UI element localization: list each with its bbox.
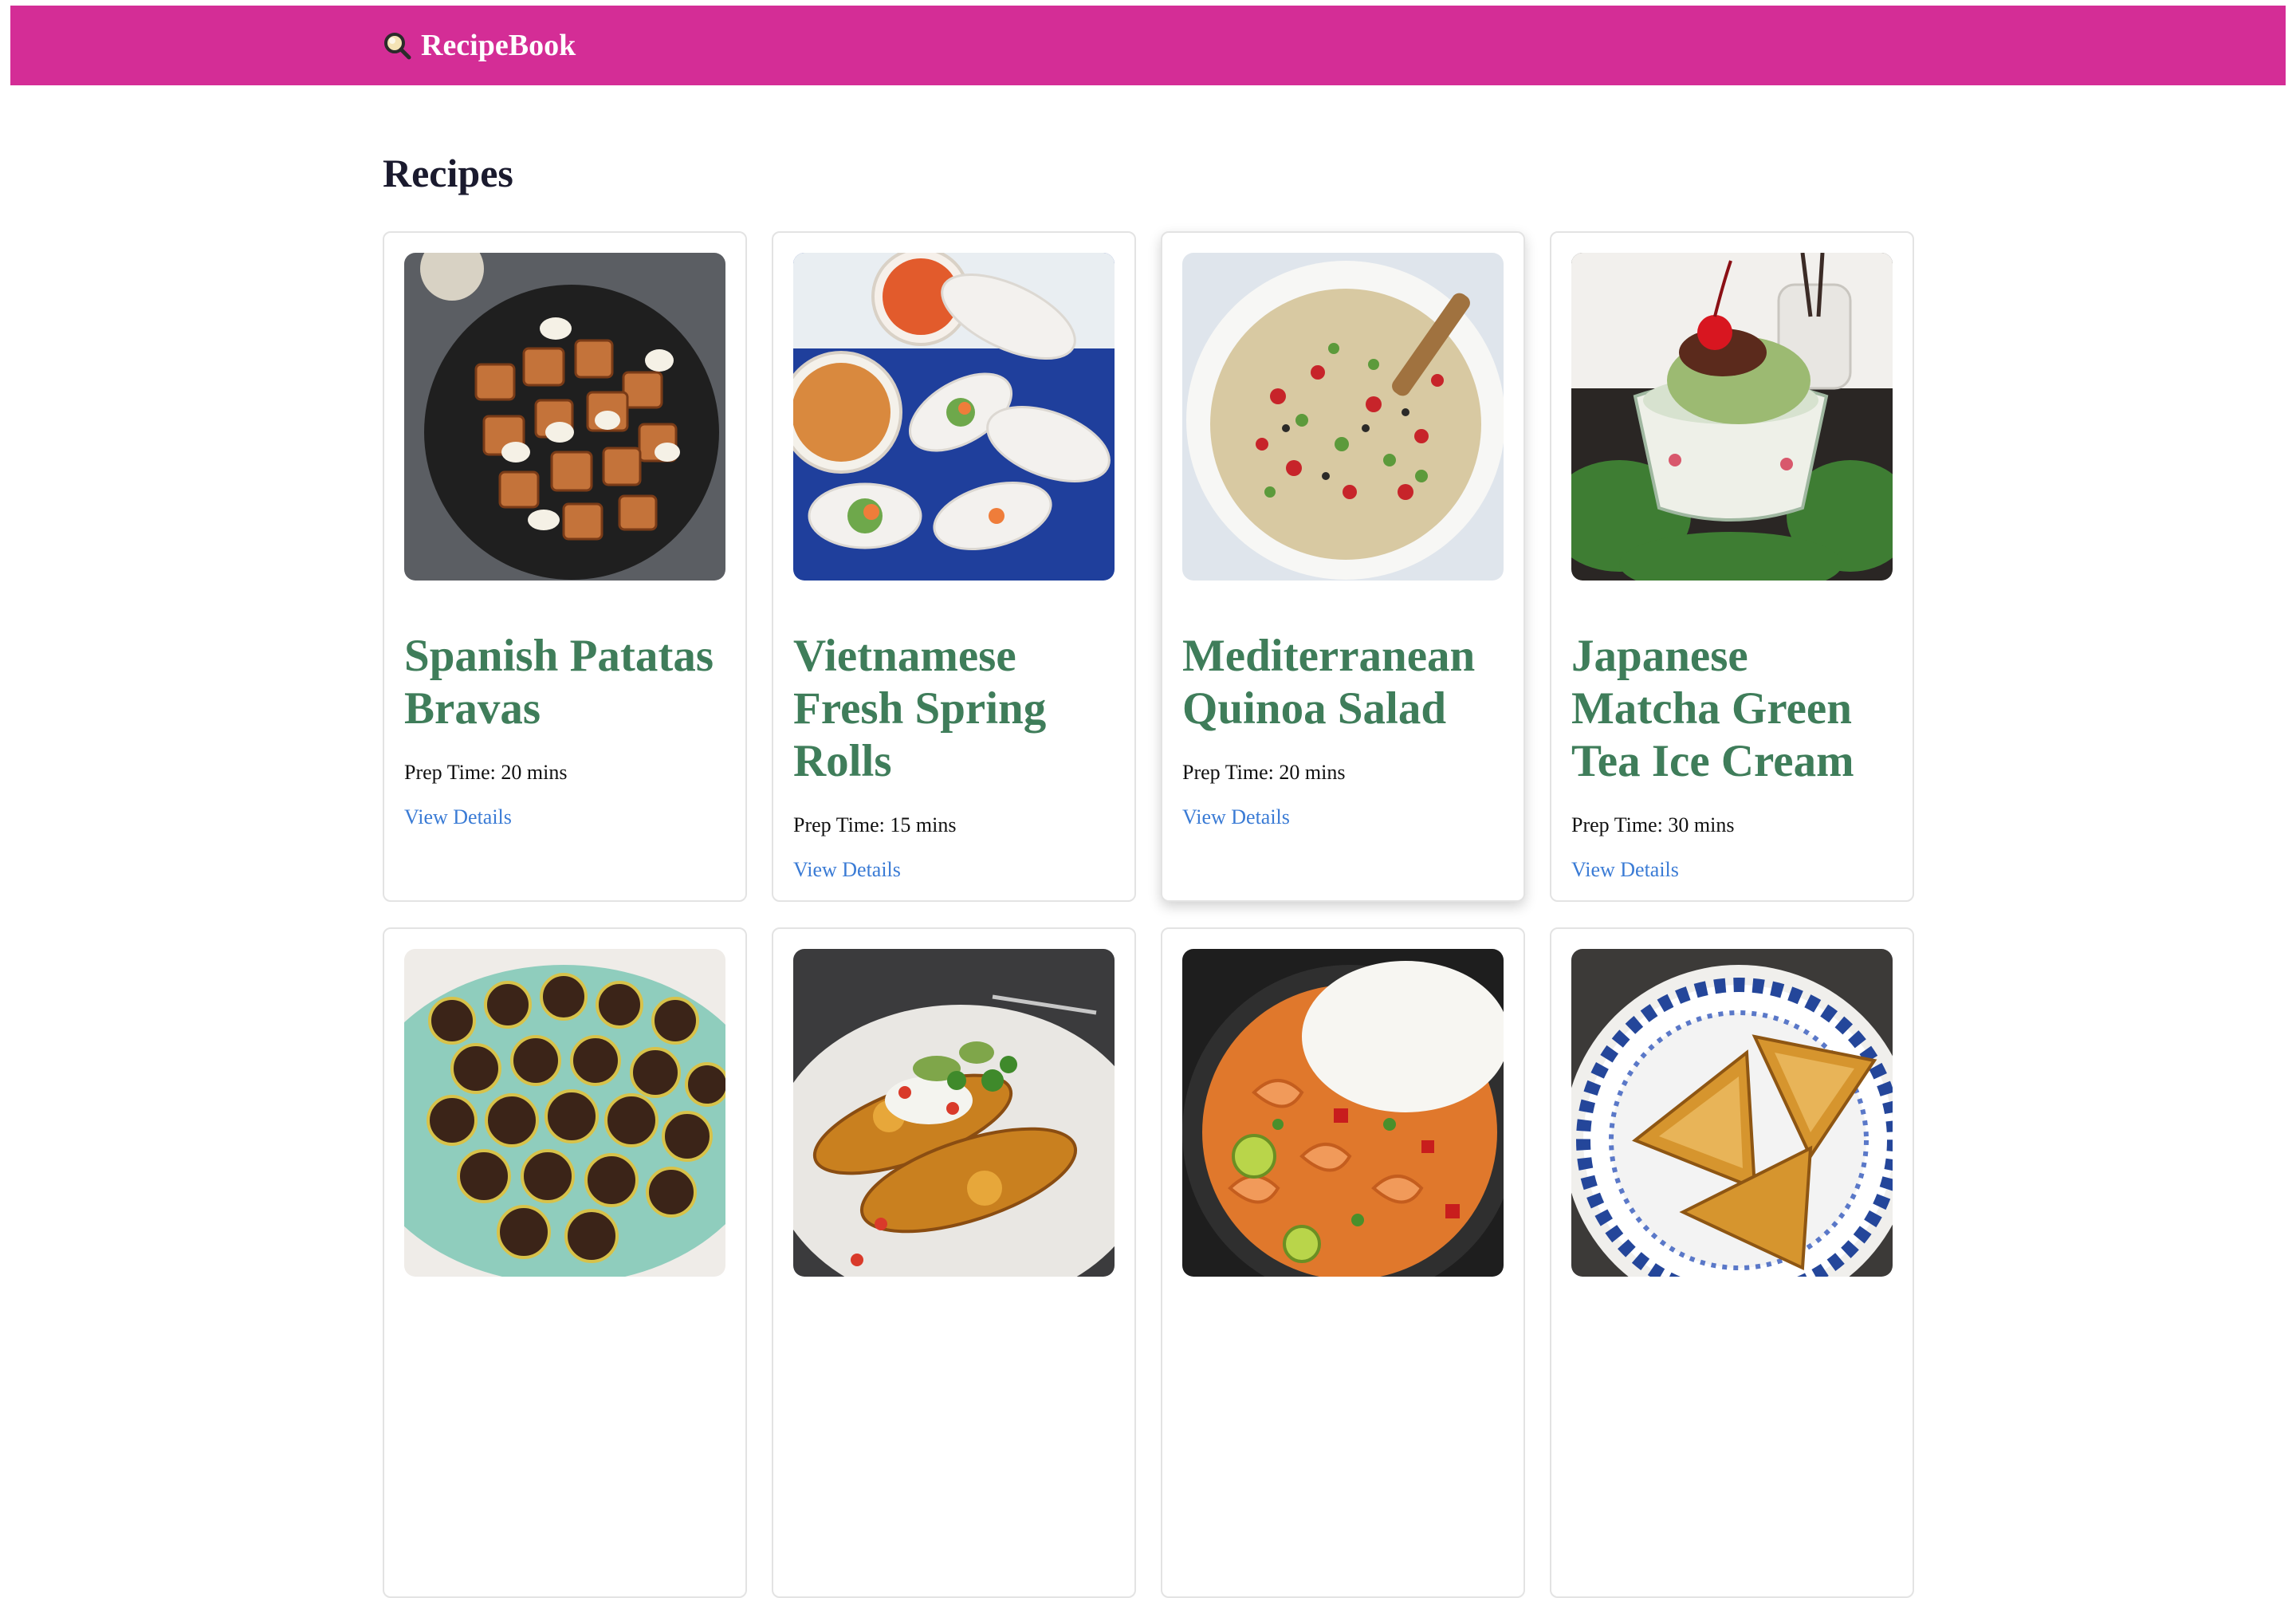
prep-time-label: Prep Time:: [1571, 813, 1663, 836]
brand-link[interactable]: RecipeBook: [383, 6, 576, 85]
view-details-link[interactable]: View Details: [404, 805, 725, 829]
recipe-card: Spanish Patatas Bravas Prep Time: 20 min…: [383, 231, 747, 902]
shrimp-curry-photo: [1182, 949, 1504, 1277]
recipe-card: [1161, 927, 1525, 1598]
recipe-title: Japanese Matcha Green Tea Ice Cream: [1571, 631, 1854, 786]
brand-name: RecipeBook: [421, 29, 576, 62]
spring-rolls-photo: [793, 253, 1115, 581]
quinoa-salad-photo: [1182, 253, 1504, 581]
samosas-photo: [1571, 949, 1893, 1277]
recipe-card: [383, 927, 747, 1598]
prep-time: Prep Time: 15 mins: [793, 813, 1115, 837]
view-details-link[interactable]: View Details: [1182, 805, 1504, 829]
prep-time-label: Prep Time:: [1182, 761, 1274, 784]
recipe-card: Vietnamese Fresh Spring Rolls Prep Time:…: [772, 231, 1136, 902]
view-details-link[interactable]: View Details: [793, 858, 1115, 882]
prep-time-label: Prep Time:: [404, 761, 496, 784]
recipe-card: Japanese Matcha Green Tea Ice Cream Prep…: [1550, 231, 1914, 902]
recipe-card: [1550, 927, 1914, 1598]
patatas-bravas-photo: [404, 253, 725, 581]
recipe-grid: Spanish Patatas Bravas Prep Time: 20 min…: [383, 231, 1915, 1598]
recipe-title: Mediterranean Quinoa Salad: [1182, 631, 1476, 734]
top-navbar: RecipeBook: [10, 6, 2286, 85]
magnifier-icon: [383, 31, 411, 60]
prep-time-value: 30 mins: [1668, 813, 1735, 836]
prep-time-label: Prep Time:: [793, 813, 885, 836]
recipe-card: Mediterranean Quinoa Salad Prep Time: 20…: [1161, 231, 1525, 902]
recipe-title: Spanish Patatas Bravas: [404, 631, 714, 734]
recipe-title: Vietnamese Fresh Spring Rolls: [793, 631, 1047, 786]
prep-time: Prep Time: 20 mins: [404, 761, 725, 785]
recipe-card: [772, 927, 1136, 1598]
view-details-link[interactable]: View Details: [1571, 858, 1893, 882]
brigadeiros-photo: [404, 949, 725, 1277]
prep-time-value: 20 mins: [501, 761, 568, 784]
prep-time-value: 20 mins: [1279, 761, 1346, 784]
prep-time: Prep Time: 30 mins: [1571, 813, 1893, 837]
page-title: Recipes: [383, 151, 513, 195]
enchiladas-photo: [793, 949, 1115, 1277]
matcha-ice-cream-photo: [1571, 253, 1893, 581]
prep-time: Prep Time: 20 mins: [1182, 761, 1504, 785]
prep-time-value: 15 mins: [890, 813, 957, 836]
